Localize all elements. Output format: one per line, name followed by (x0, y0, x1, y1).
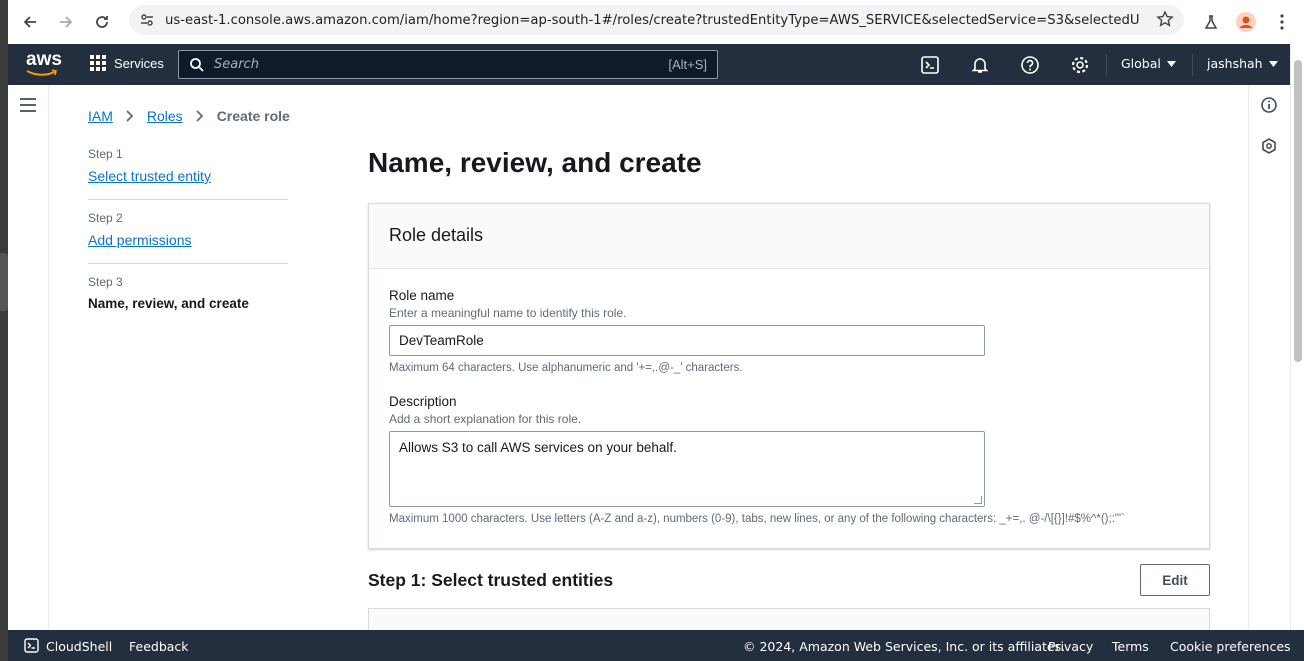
url-text[interactable]: us-east-1.console.aws.amazon.com/iam/hom… (165, 13, 1140, 28)
step-link-add-permissions[interactable]: Add permissions (88, 232, 192, 248)
description-value: Allows S3 to call AWS services on your b… (399, 440, 677, 455)
back-icon[interactable] (16, 8, 44, 36)
step-number: Step 2 (88, 211, 123, 225)
search-input[interactable]: Search [Alt+S] (178, 50, 718, 79)
footer-cookie-preferences-link[interactable]: Cookie preferences (1170, 639, 1291, 654)
wizard-step-1: Step 1 Select trusted entity (88, 147, 288, 200)
step-current-title: Name, review, and create (88, 296, 249, 311)
role-details-panel: Role details Role name Enter a meaningfu… (368, 203, 1210, 549)
breadcrumb-current: Create role (216, 108, 290, 124)
page-scrollbar[interactable] (1290, 44, 1304, 630)
description-textarea[interactable]: Allows S3 to call AWS services on your b… (389, 431, 985, 507)
search-icon (190, 58, 204, 72)
main-content: IAM Roles Create role Step 1 Select trus… (49, 85, 1248, 630)
search-shortcut: [Alt+S] (668, 57, 707, 72)
resize-handle[interactable] (974, 496, 982, 504)
region-selector[interactable]: Global (1121, 56, 1176, 71)
aws-top-navigation: aws Services Search [Alt+S] Global jashs… (8, 44, 1304, 85)
scrollbar-thumb[interactable] (1294, 60, 1302, 362)
role-name-label: Role name (389, 288, 455, 303)
wizard-step-2: Step 2 Add permissions (88, 211, 288, 264)
footer-feedback-link[interactable]: Feedback (129, 639, 189, 654)
step-number: Step 3 (88, 275, 123, 289)
search-placeholder: Search (214, 57, 259, 72)
region-label: Global (1121, 56, 1161, 71)
browser-menu-icon[interactable] (1268, 8, 1296, 36)
breadcrumb-roles[interactable]: Roles (147, 108, 183, 124)
site-info-icon[interactable] (139, 12, 155, 33)
cloudshell-icon (24, 638, 39, 653)
chevron-right-icon (126, 110, 134, 122)
role-name-value: DevTeamRole (399, 333, 484, 348)
description-constraint: Maximum 1000 characters. Use letters (A-… (389, 513, 1125, 525)
panel-title: Role details (389, 225, 484, 245)
description-field: Description Add a short explanation for … (389, 394, 1125, 525)
caret-down-icon (1166, 60, 1176, 67)
footer-privacy-link[interactable]: Privacy (1048, 639, 1093, 654)
reload-icon[interactable] (88, 8, 116, 36)
tutorial-hexagon-icon[interactable] (1261, 138, 1277, 159)
footer-terms-link[interactable]: Terms (1112, 639, 1149, 654)
description-help: Add a short explanation for this role. (389, 412, 582, 426)
forward-icon[interactable] (52, 8, 80, 36)
hamburger-menu-icon[interactable] (20, 98, 36, 117)
username-label: jashshah (1207, 56, 1263, 71)
role-name-description: Enter a meaningful name to identify this… (389, 306, 627, 320)
edit-button[interactable]: Edit (1140, 564, 1210, 596)
left-navigation-rail (8, 85, 49, 630)
right-utility-rail (1248, 85, 1290, 630)
grid-icon (90, 55, 106, 71)
step1-section-title: Step 1: Select trusted entities (368, 570, 614, 590)
services-label: Services (114, 55, 164, 71)
services-menu-button[interactable]: Services (90, 55, 164, 71)
wizard-steps: Step 1 Select trusted entity Step 2 Add … (88, 147, 288, 335)
wizard-step-3: Step 3 Name, review, and create (88, 275, 288, 324)
nav-divider (1192, 54, 1193, 76)
help-icon[interactable] (1019, 54, 1041, 76)
caret-down-icon (1268, 60, 1278, 67)
step-link-select-trusted-entity[interactable]: Select trusted entity (88, 168, 211, 184)
console-footer: CloudShell Feedback © 2024, Amazon Web S… (8, 630, 1304, 661)
role-name-constraint: Maximum 64 characters. Use alphanumeric … (389, 362, 743, 374)
footer-cloudshell-link[interactable]: CloudShell (46, 639, 112, 654)
panel-header: Role details (369, 204, 1209, 269)
account-menu[interactable]: jashshah (1207, 56, 1278, 71)
labs-flask-icon[interactable] (1197, 8, 1225, 36)
browser-toolbar: us-east-1.console.aws.amazon.com/iam/hom… (8, 0, 1304, 44)
page-title: Name, review, and create (368, 147, 702, 178)
cloudshell-icon[interactable] (919, 54, 941, 76)
step-number: Step 1 (88, 147, 123, 161)
breadcrumb: IAM Roles Create role (88, 108, 290, 124)
profile-avatar-icon[interactable] (1232, 8, 1260, 36)
window-edge (0, 0, 8, 661)
footer-copyright: © 2024, Amazon Web Services, Inc. or its… (743, 639, 1066, 654)
settings-gear-icon[interactable] (1069, 54, 1091, 76)
role-name-input[interactable]: DevTeamRole (389, 325, 985, 356)
info-icon[interactable] (1261, 97, 1277, 118)
role-name-field: Role name Enter a meaningful name to ide… (389, 288, 985, 374)
nav-divider (1106, 54, 1107, 76)
aws-logo[interactable]: aws (26, 50, 62, 77)
description-label: Description (389, 394, 457, 409)
bookmark-star-icon[interactable] (1156, 10, 1174, 33)
address-bar[interactable]: us-east-1.console.aws.amazon.com/iam/hom… (129, 5, 1184, 35)
chevron-right-icon (196, 110, 203, 122)
trusted-entities-panel (368, 608, 1210, 630)
breadcrumb-iam[interactable]: IAM (88, 108, 113, 124)
window-edge-tab (0, 253, 8, 311)
notifications-bell-icon[interactable] (969, 54, 991, 76)
